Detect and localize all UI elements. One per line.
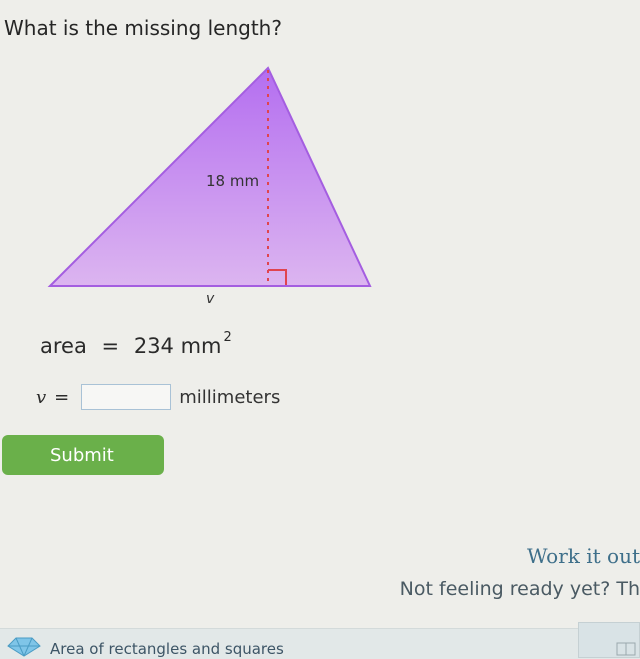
area-value: 234 mm bbox=[133, 334, 222, 358]
question-text: What is the missing length? bbox=[4, 16, 282, 40]
answer-unit: millimeters bbox=[179, 386, 281, 408]
shapes-icon bbox=[7, 637, 41, 657]
answer-equals: = bbox=[54, 386, 70, 408]
topic-link[interactable]: Area of rectangles and squares bbox=[50, 640, 284, 658]
dictionary-icon bbox=[616, 642, 636, 656]
area-statement: area = 234 mm 2 bbox=[40, 330, 232, 358]
area-label: area bbox=[40, 334, 87, 358]
area-exponent: 2 bbox=[223, 330, 232, 345]
answer-row: v = millimeters bbox=[36, 382, 280, 412]
answer-input[interactable] bbox=[81, 384, 172, 410]
triangle-figure: 18 mm v bbox=[47, 66, 372, 307]
work-it-out-heading: Work it out bbox=[526, 544, 640, 568]
base-label: v bbox=[206, 291, 215, 307]
answer-variable: v bbox=[36, 386, 47, 408]
area-equals: = bbox=[101, 334, 120, 358]
not-ready-text: Not feeling ready yet? Th bbox=[399, 578, 640, 600]
submit-button[interactable]: Submit bbox=[2, 435, 164, 475]
height-label: 18 mm bbox=[206, 172, 259, 190]
